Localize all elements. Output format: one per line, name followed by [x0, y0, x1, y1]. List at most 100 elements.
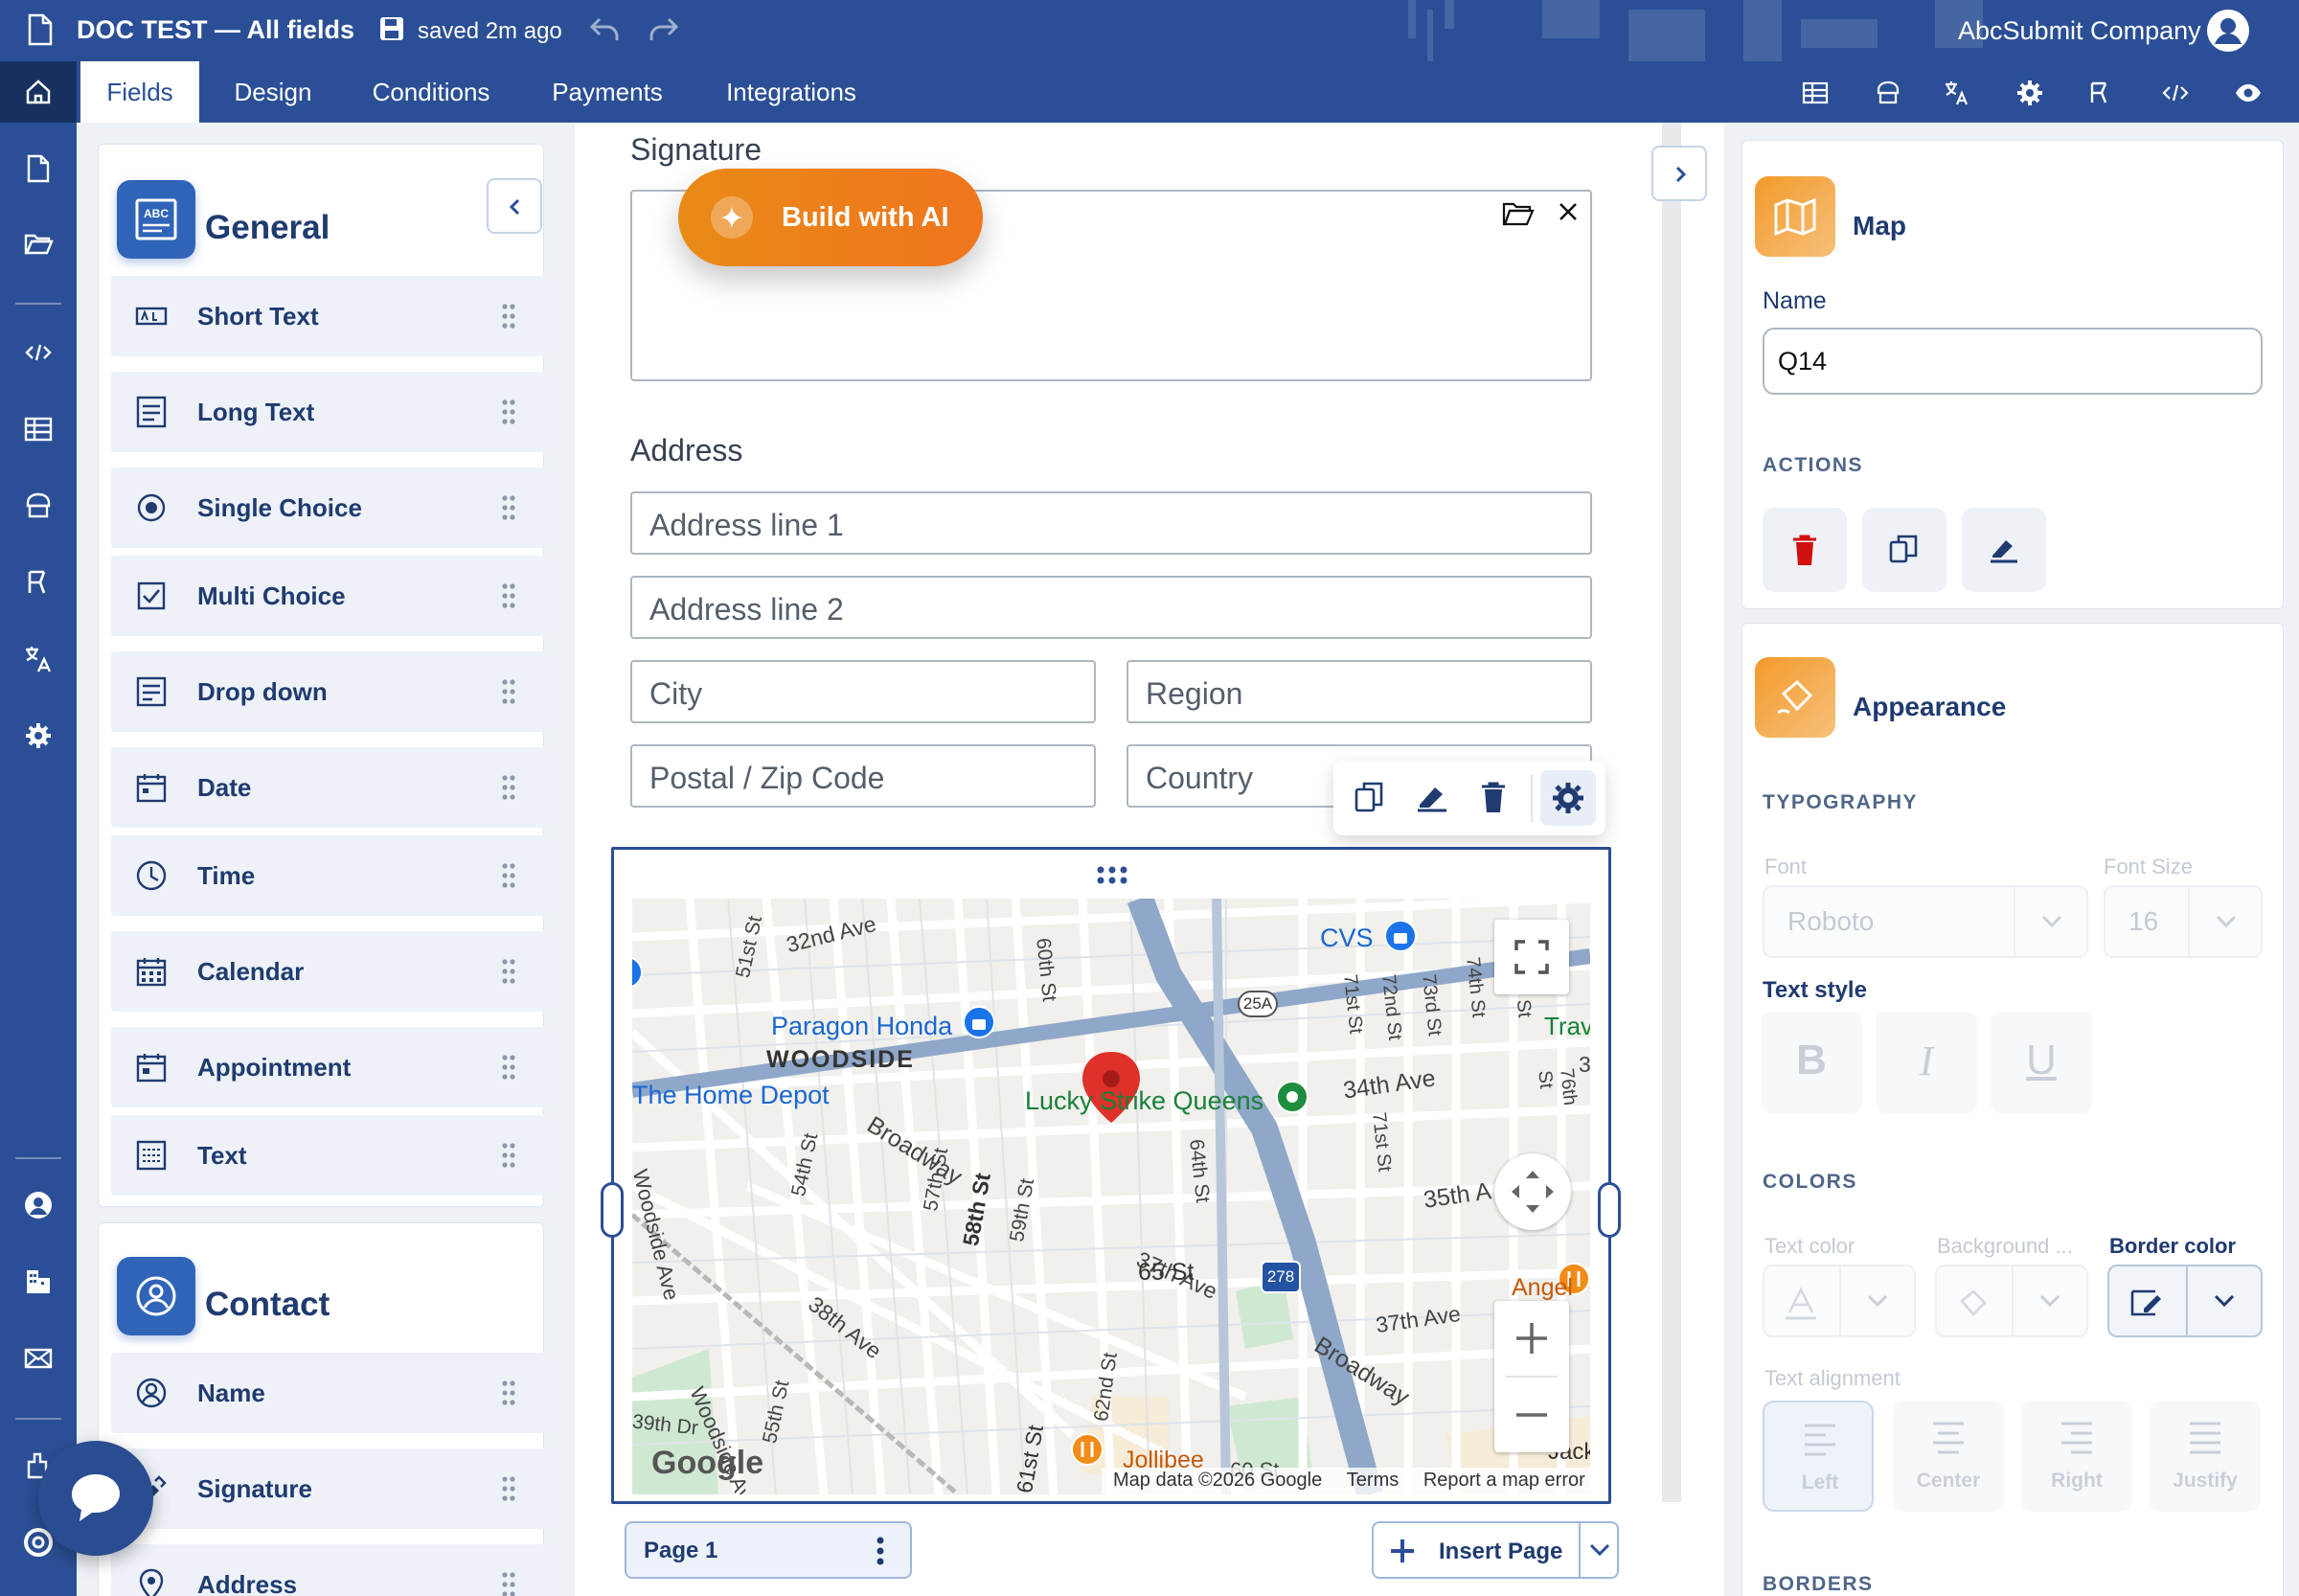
palette-item-name[interactable]: Name	[111, 1353, 548, 1433]
palette-item-calendar[interactable]: Calendar	[111, 931, 548, 1012]
palette-item-drop-down[interactable]: Drop down	[111, 651, 548, 732]
open-folder-icon[interactable]	[1502, 199, 1535, 228]
align-left-button[interactable]: Left	[1763, 1401, 1874, 1512]
document-title[interactable]: DOC TEST — All fields	[77, 13, 354, 46]
resize-handle-left[interactable]	[601, 1182, 624, 1238]
palette-item-text[interactable]: Text	[111, 1115, 548, 1196]
font-size-select[interactable]: 16	[2104, 885, 2263, 958]
map-fullscreen-button[interactable]	[1494, 920, 1569, 994]
translate-icon[interactable]	[1943, 79, 1971, 107]
workflow-rail-icon[interactable]	[23, 567, 54, 598]
code-icon[interactable]	[2161, 79, 2190, 107]
translate-rail-icon[interactable]	[23, 644, 54, 674]
tab-payments[interactable]: Payments	[536, 61, 678, 123]
duplicate-action-button[interactable]	[1862, 508, 1946, 592]
postal-code-input[interactable]: Postal / Zip Code	[630, 744, 1096, 808]
tab-conditions[interactable]: Conditions	[354, 61, 508, 123]
workflow-icon[interactable]	[2086, 79, 2115, 107]
insert-page-button[interactable]: Insert Page	[1372, 1521, 1619, 1579]
drag-handle-icon[interactable]	[1096, 864, 1128, 887]
drag-handle-icon[interactable]	[500, 678, 517, 705]
chevron-down-icon[interactable]	[1586, 1539, 1613, 1562]
company-building-icon[interactable]	[23, 1266, 54, 1297]
tab-design[interactable]: Design	[213, 61, 333, 123]
open-folder-icon[interactable]	[23, 228, 54, 259]
settings-rail-icon[interactable]	[23, 720, 54, 751]
background-color-picker[interactable]	[1935, 1265, 2088, 1337]
drag-handle-icon[interactable]	[500, 1571, 517, 1596]
address-line1-input[interactable]: Address line 1	[630, 491, 1592, 555]
preview-eye-icon[interactable]	[2234, 79, 2263, 107]
clear-action-button[interactable]	[1962, 508, 2046, 592]
page-tab[interactable]: Page 1	[625, 1521, 912, 1579]
city-input[interactable]: City	[630, 660, 1096, 723]
live-chat-button[interactable]	[38, 1441, 153, 1556]
align-right-button[interactable]: Right	[2021, 1401, 2132, 1512]
account-icon[interactable]	[23, 1190, 54, 1220]
palette-item-address[interactable]: Address	[111, 1544, 548, 1596]
drag-handle-icon[interactable]	[500, 399, 517, 425]
map-terms-link[interactable]: Terms	[1347, 1470, 1399, 1491]
border-color-picker[interactable]	[2107, 1265, 2263, 1337]
map-report-error-link[interactable]: Report a map error	[1423, 1470, 1585, 1491]
italic-button[interactable]: I	[1876, 1012, 1977, 1113]
text-color-picker[interactable]	[1763, 1265, 1916, 1337]
drag-handle-icon[interactable]	[500, 774, 517, 801]
submissions-table-icon[interactable]	[23, 414, 54, 445]
undo-icon[interactable]	[588, 15, 621, 44]
zoom-in-icon[interactable]	[1514, 1320, 1550, 1357]
expand-properties-button[interactable]	[1651, 146, 1707, 201]
delete-field-button[interactable]	[1471, 776, 1515, 820]
collapse-palette-button[interactable]	[487, 178, 542, 234]
user-avatar-icon[interactable]	[2205, 8, 2251, 54]
drag-handle-icon[interactable]	[500, 1379, 517, 1406]
map-pan-control[interactable]	[1494, 1153, 1571, 1230]
field-settings-button[interactable]	[1540, 770, 1596, 826]
drag-handle-icon[interactable]	[500, 303, 517, 330]
drag-handle-icon[interactable]	[500, 862, 517, 889]
palette-item-date[interactable]: Date	[111, 747, 548, 828]
clear-field-button[interactable]	[1410, 776, 1454, 820]
delete-action-button[interactable]	[1763, 508, 1847, 592]
palette-item-appointment[interactable]: Appointment	[111, 1027, 548, 1107]
drag-handle-icon[interactable]	[500, 1475, 517, 1502]
kebab-menu-icon[interactable]	[860, 1531, 900, 1571]
close-icon[interactable]	[1558, 201, 1579, 222]
drag-handle-icon[interactable]	[500, 958, 517, 985]
palette-item-short-text[interactable]: Short Text	[111, 276, 548, 356]
form-builder-icon[interactable]	[1874, 79, 1902, 107]
company-name[interactable]: AbcSubmit Company	[1958, 14, 2201, 47]
region-input[interactable]: Region	[1127, 660, 1592, 723]
canvas-scrollbar[interactable]	[1662, 123, 1681, 1502]
palette-item-single-choice[interactable]: Single Choice	[111, 467, 548, 548]
palette-item-multi-choice[interactable]: Multi Choice	[111, 556, 548, 636]
drag-handle-icon[interactable]	[500, 582, 517, 609]
palette-item-long-text[interactable]: Long Text	[111, 372, 548, 452]
drag-handle-icon[interactable]	[500, 494, 517, 521]
settings-icon[interactable]	[2015, 79, 2044, 107]
palette-item-time[interactable]: Time	[111, 835, 548, 916]
font-select[interactable]: Roboto	[1763, 885, 2088, 958]
palette-item-signature[interactable]: Signature	[111, 1448, 548, 1529]
align-center-button[interactable]: Center	[1893, 1401, 2004, 1512]
tab-integrations[interactable]: Integrations	[709, 61, 874, 123]
template-icon[interactable]	[23, 490, 54, 521]
resize-handle-right[interactable]	[1598, 1182, 1621, 1238]
address-line2-input[interactable]: Address line 2	[630, 576, 1592, 639]
drag-handle-icon[interactable]	[500, 1142, 517, 1169]
redo-icon[interactable]	[648, 15, 680, 44]
drag-handle-icon[interactable]	[500, 1054, 517, 1081]
align-justify-button[interactable]: Justify	[2150, 1401, 2261, 1512]
embed-code-icon[interactable]	[23, 337, 54, 368]
zoom-out-icon[interactable]	[1514, 1397, 1550, 1433]
build-with-ai-button[interactable]: Build with AI	[678, 169, 983, 266]
new-document-icon[interactable]	[23, 153, 54, 184]
bold-button[interactable]: B	[1761, 1012, 1862, 1113]
table-icon[interactable]	[1801, 79, 1830, 107]
field-name-input[interactable]: Q14	[1763, 328, 2263, 395]
underline-button[interactable]: U	[1991, 1012, 2092, 1113]
home-button[interactable]	[0, 61, 77, 123]
tab-fields[interactable]: Fields	[80, 61, 199, 123]
map-widget[interactable]: Paragon Honda WOODSIDE The Home Depot CV…	[632, 899, 1590, 1494]
mail-icon[interactable]	[23, 1343, 54, 1374]
